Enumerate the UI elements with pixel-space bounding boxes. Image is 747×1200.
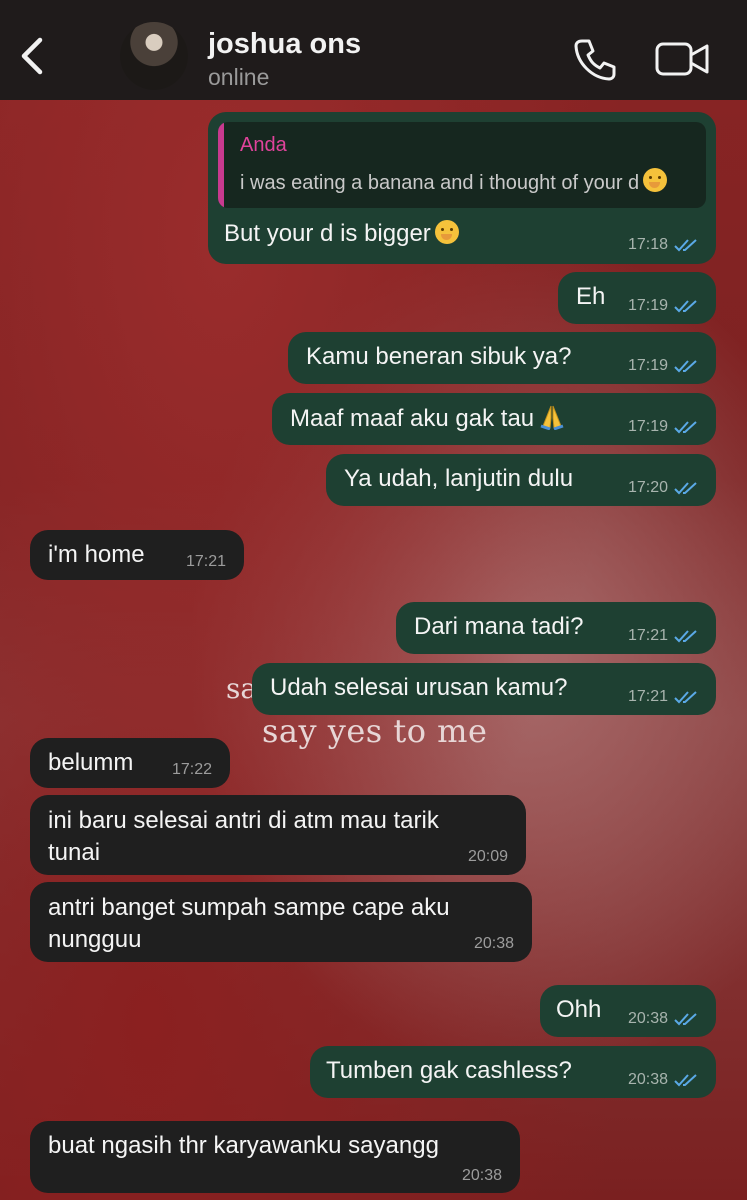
message-meta: 20:38	[628, 1071, 698, 1089]
message-meta: 17:21	[186, 553, 226, 571]
message-bubble-outgoing[interactable]: Dari mana tadi? 17:21	[396, 602, 716, 654]
double-check-icon	[674, 1074, 697, 1087]
message-text: antri banget sumpah sampe cape aku nungg…	[48, 894, 450, 953]
message-time: 17:19	[627, 357, 668, 374]
message-meta: 17:20	[628, 479, 698, 497]
message-time: 17:19	[627, 418, 668, 435]
message-meta: 17:19	[628, 357, 698, 375]
message-time: 17:20	[627, 479, 668, 496]
message-bubble-incoming[interactable]: antri banget sumpah sampe cape aku nungg…	[30, 882, 532, 962]
message-text: i'm home	[48, 541, 145, 568]
message-text: Tumben gak cashless?	[326, 1057, 572, 1084]
quote-author: Anda	[240, 134, 287, 156]
wallpaper-text: say yes to me	[262, 712, 488, 750]
message-text: Ohh	[556, 996, 602, 1023]
message-bubble-outgoing[interactable]: Ohh 20:38	[540, 985, 716, 1037]
message-meta: 20:09	[468, 848, 508, 866]
message-text: Dari mana tadi?	[414, 613, 584, 640]
message-meta: 20:38	[474, 935, 514, 953]
message-meta: 17:22	[172, 761, 212, 779]
message-time: 20:38	[627, 1010, 668, 1027]
message-bubble-incoming[interactable]: buat ngasih thr karyawanku sayangg 20:38	[30, 1121, 520, 1193]
message-text: buat ngasih thr karyawanku sayangg	[48, 1132, 439, 1159]
double-check-icon	[674, 691, 697, 704]
message-meta: 20:38	[628, 1010, 698, 1028]
message-bubble-outgoing[interactable]: Ya udah, lanjutin dulu 17:20	[326, 454, 716, 506]
message-time: 20:09	[467, 848, 508, 865]
message-time: 20:38	[461, 1167, 502, 1184]
message-time: 20:38	[627, 1071, 668, 1088]
praying-hands-emoji-icon	[540, 405, 564, 430]
double-check-icon	[674, 360, 697, 373]
contact-status: online	[208, 64, 270, 90]
message-time: 17:22	[171, 761, 212, 778]
message-text: Kamu beneran sibuk ya?	[306, 343, 572, 370]
message-time: 17:18	[627, 236, 668, 253]
message-text: Udah selesai urusan kamu?	[270, 674, 568, 701]
message-time: 17:21	[185, 553, 226, 570]
face-emoji-icon	[434, 220, 459, 244]
message-text: But your d is bigger	[224, 220, 459, 248]
message-meta: 17:19	[628, 297, 698, 315]
double-check-icon	[674, 482, 697, 495]
quoted-message[interactable]: Anda i was eating a banana and i thought…	[218, 122, 706, 208]
phone-icon[interactable]	[572, 36, 618, 82]
message-bubble-incoming[interactable]: ini baru selesai antri di atm mau tarik …	[30, 795, 526, 875]
message-bubble-outgoing[interactable]: Udah selesai urusan kamu? 17:21	[252, 663, 716, 715]
message-time: 20:38	[473, 935, 514, 952]
double-check-icon	[674, 630, 697, 643]
message-bubble-outgoing[interactable]: Maaf maaf aku gak tau 17:19	[272, 393, 716, 445]
double-check-icon	[674, 1013, 697, 1026]
message-bubble-incoming[interactable]: belumm 17:22	[30, 738, 230, 788]
message-text: Maaf maaf aku gak tau	[290, 404, 566, 433]
chat-header: joshua ons online	[0, 0, 747, 100]
message-meta: 17:21	[628, 627, 698, 645]
message-time: 17:21	[627, 627, 668, 644]
face-emoji-icon	[643, 168, 668, 192]
video-camera-icon[interactable]	[654, 40, 710, 78]
message-time: 17:21	[627, 688, 668, 705]
message-bubble-outgoing[interactable]: Tumben gak cashless? 20:38	[310, 1046, 716, 1098]
message-text: ini baru selesai antri di atm mau tarik …	[48, 807, 439, 866]
quote-accent-bar	[218, 122, 224, 208]
contact-name[interactable]: joshua ons	[208, 28, 361, 61]
message-time: 17:19	[627, 297, 668, 314]
double-check-icon	[674, 239, 697, 252]
back-chevron-icon[interactable]	[14, 36, 54, 76]
message-meta: 17:18	[628, 236, 698, 254]
double-check-icon	[674, 300, 697, 313]
quote-text: i was eating a banana and i thought of y…	[240, 168, 668, 195]
message-bubble-outgoing[interactable]: Anda i was eating a banana and i thought…	[208, 112, 716, 264]
message-meta: 20:38	[462, 1167, 502, 1185]
double-check-icon	[674, 421, 697, 434]
avatar[interactable]	[120, 22, 188, 90]
message-bubble-outgoing[interactable]: Kamu beneran sibuk ya? 17:19	[288, 332, 716, 384]
message-bubble-outgoing[interactable]: Eh 17:19	[558, 272, 716, 324]
message-meta: 17:19	[628, 418, 698, 436]
message-bubble-incoming[interactable]: i'm home 17:21	[30, 530, 244, 580]
message-text: Eh	[576, 283, 606, 310]
message-text: Ya udah, lanjutin dulu	[344, 465, 574, 492]
message-meta: 17:21	[628, 688, 698, 706]
message-text: belumm	[48, 749, 134, 776]
